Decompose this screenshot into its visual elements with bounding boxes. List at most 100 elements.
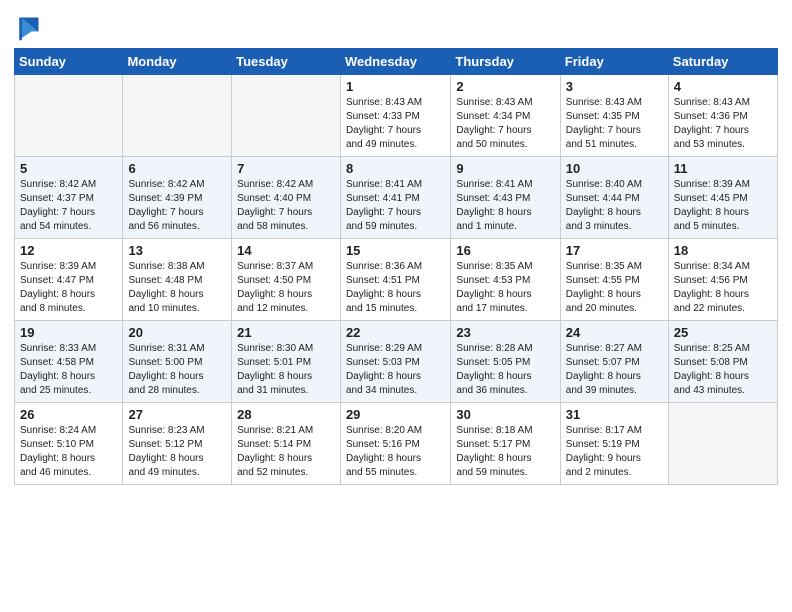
day-cell: 10 Sunrise: 8:40 AM Sunset: 4:44 PM Dayli… — [560, 157, 668, 239]
day-number: 1 — [346, 79, 445, 94]
day-cell: 4 Sunrise: 8:43 AM Sunset: 4:36 PM Daylig… — [668, 75, 777, 157]
day-info: Sunrise: 8:18 AM Sunset: 5:17 PM Dayligh… — [456, 424, 554, 480]
day-cell: 15Sunrise: 8:36 AM Sunset: 4:51 PM Dayli… — [340, 239, 450, 321]
weekday-header-row: SundayMondayTuesdayWednesdayThursdayFrid… — [15, 49, 778, 75]
day-number: 21 — [237, 325, 335, 340]
weekday-tuesday: Tuesday — [232, 49, 341, 75]
logo-icon — [14, 14, 42, 42]
day-number: 30 — [456, 407, 554, 422]
day-info: Sunrise: 8:42 AM Sunset: 4:39 PM Dayligh… — [128, 178, 226, 234]
day-info: Sunrise: 8:27 AM Sunset: 5:07 PM Dayligh… — [566, 342, 663, 398]
day-number: 29 — [346, 407, 445, 422]
day-cell: 12Sunrise: 8:39 AM Sunset: 4:47 PM Dayli… — [15, 239, 123, 321]
day-cell: 28 Sunrise: 8:21 AM Sunset: 5:14 PM Dayli… — [232, 403, 341, 485]
day-cell — [15, 75, 123, 157]
calendar: SundayMondayTuesdayWednesdayThursdayFrid… — [14, 48, 778, 485]
day-number: 31 — [566, 407, 663, 422]
day-cell: 25Sunrise: 8:25 AM Sunset: 5:08 PM Dayli… — [668, 321, 777, 403]
day-cell: 16 Sunrise: 8:35 AM Sunset: 4:53 PM Dayli… — [451, 239, 560, 321]
day-info: Sunrise: 8:43 AM Sunset: 4:35 PM Dayligh… — [566, 96, 663, 152]
day-cell: 24Sunrise: 8:27 AM Sunset: 5:07 PM Dayli… — [560, 321, 668, 403]
day-cell: 5Sunrise: 8:42 AM Sunset: 4:37 PM Daylig… — [15, 157, 123, 239]
weekday-saturday: Saturday — [668, 49, 777, 75]
day-info: Sunrise: 8:38 AM Sunset: 4:48 PM Dayligh… — [128, 260, 226, 316]
day-cell: 18 Sunrise: 8:34 AM Sunset: 4:56 PM Dayli… — [668, 239, 777, 321]
day-cell: 13Sunrise: 8:38 AM Sunset: 4:48 PM Dayli… — [123, 239, 232, 321]
day-info: Sunrise: 8:37 AM Sunset: 4:50 PM Dayligh… — [237, 260, 335, 316]
week-row-3: 12Sunrise: 8:39 AM Sunset: 4:47 PM Dayli… — [15, 239, 778, 321]
day-info: Sunrise: 8:39 AM Sunset: 4:45 PM Dayligh… — [674, 178, 772, 234]
day-cell: 26Sunrise: 8:24 AM Sunset: 5:10 PM Dayli… — [15, 403, 123, 485]
day-number: 14 — [237, 243, 335, 258]
day-cell: 22Sunrise: 8:29 AM Sunset: 5:03 PM Dayli… — [340, 321, 450, 403]
day-number: 8 — [346, 161, 445, 176]
logo — [14, 14, 44, 42]
weekday-wednesday: Wednesday — [340, 49, 450, 75]
day-number: 20 — [128, 325, 226, 340]
day-number: 7 — [237, 161, 335, 176]
page: SundayMondayTuesdayWednesdayThursdayFrid… — [0, 0, 792, 495]
day-cell: 8 Sunrise: 8:41 AM Sunset: 4:41 PM Daylig… — [340, 157, 450, 239]
day-info: Sunrise: 8:43 AM Sunset: 4:33 PM Dayligh… — [346, 96, 445, 152]
day-number: 4 — [674, 79, 772, 94]
day-cell — [668, 403, 777, 485]
day-info: Sunrise: 8:42 AM Sunset: 4:37 PM Dayligh… — [20, 178, 117, 234]
weekday-monday: Monday — [123, 49, 232, 75]
day-info: Sunrise: 8:17 AM Sunset: 5:19 PM Dayligh… — [566, 424, 663, 480]
day-cell: 6 Sunrise: 8:42 AM Sunset: 4:39 PM Daylig… — [123, 157, 232, 239]
day-cell: 1 Sunrise: 8:43 AM Sunset: 4:33 PM Daylig… — [340, 75, 450, 157]
day-cell — [232, 75, 341, 157]
day-info: Sunrise: 8:35 AM Sunset: 4:53 PM Dayligh… — [456, 260, 554, 316]
day-info: Sunrise: 8:34 AM Sunset: 4:56 PM Dayligh… — [674, 260, 772, 316]
week-row-2: 5Sunrise: 8:42 AM Sunset: 4:37 PM Daylig… — [15, 157, 778, 239]
day-cell: 19 Sunrise: 8:33 AM Sunset: 4:58 PM Dayli… — [15, 321, 123, 403]
day-number: 9 — [456, 161, 554, 176]
day-info: Sunrise: 8:21 AM Sunset: 5:14 PM Dayligh… — [237, 424, 335, 480]
day-info: Sunrise: 8:42 AM Sunset: 4:40 PM Dayligh… — [237, 178, 335, 234]
day-cell: 2 Sunrise: 8:43 AM Sunset: 4:34 PM Daylig… — [451, 75, 560, 157]
day-cell: 3 Sunrise: 8:43 AM Sunset: 4:35 PM Daylig… — [560, 75, 668, 157]
day-cell: 29 Sunrise: 8:20 AM Sunset: 5:16 PM Dayli… — [340, 403, 450, 485]
day-number: 2 — [456, 79, 554, 94]
day-number: 19 — [20, 325, 117, 340]
day-info: Sunrise: 8:20 AM Sunset: 5:16 PM Dayligh… — [346, 424, 445, 480]
day-cell: 17 Sunrise: 8:35 AM Sunset: 4:55 PM Dayli… — [560, 239, 668, 321]
day-number: 18 — [674, 243, 772, 258]
day-number: 6 — [128, 161, 226, 176]
day-info: Sunrise: 8:40 AM Sunset: 4:44 PM Dayligh… — [566, 178, 663, 234]
day-cell: 27 Sunrise: 8:23 AM Sunset: 5:12 PM Dayli… — [123, 403, 232, 485]
day-number: 10 — [566, 161, 663, 176]
day-info: Sunrise: 8:43 AM Sunset: 4:36 PM Dayligh… — [674, 96, 772, 152]
day-info: Sunrise: 8:35 AM Sunset: 4:55 PM Dayligh… — [566, 260, 663, 316]
weekday-thursday: Thursday — [451, 49, 560, 75]
day-number: 17 — [566, 243, 663, 258]
day-cell: 21 Sunrise: 8:30 AM Sunset: 5:01 PM Dayli… — [232, 321, 341, 403]
day-cell: 30 Sunrise: 8:18 AM Sunset: 5:17 PM Dayli… — [451, 403, 560, 485]
day-number: 28 — [237, 407, 335, 422]
day-info: Sunrise: 8:23 AM Sunset: 5:12 PM Dayligh… — [128, 424, 226, 480]
day-number: 27 — [128, 407, 226, 422]
day-info: Sunrise: 8:33 AM Sunset: 4:58 PM Dayligh… — [20, 342, 117, 398]
day-info: Sunrise: 8:29 AM Sunset: 5:03 PM Dayligh… — [346, 342, 445, 398]
day-cell: 20Sunrise: 8:31 AM Sunset: 5:00 PM Dayli… — [123, 321, 232, 403]
day-cell: 9 Sunrise: 8:41 AM Sunset: 4:43 PM Daylig… — [451, 157, 560, 239]
day-cell: 31 Sunrise: 8:17 AM Sunset: 5:19 PM Dayli… — [560, 403, 668, 485]
week-row-4: 19 Sunrise: 8:33 AM Sunset: 4:58 PM Dayli… — [15, 321, 778, 403]
weekday-sunday: Sunday — [15, 49, 123, 75]
day-info: Sunrise: 8:24 AM Sunset: 5:10 PM Dayligh… — [20, 424, 117, 480]
day-number: 3 — [566, 79, 663, 94]
day-number: 11 — [674, 161, 772, 176]
day-cell: 14 Sunrise: 8:37 AM Sunset: 4:50 PM Dayli… — [232, 239, 341, 321]
day-info: Sunrise: 8:36 AM Sunset: 4:51 PM Dayligh… — [346, 260, 445, 316]
day-number: 16 — [456, 243, 554, 258]
day-info: Sunrise: 8:39 AM Sunset: 4:47 PM Dayligh… — [20, 260, 117, 316]
day-info: Sunrise: 8:28 AM Sunset: 5:05 PM Dayligh… — [456, 342, 554, 398]
day-info: Sunrise: 8:43 AM Sunset: 4:34 PM Dayligh… — [456, 96, 554, 152]
week-row-5: 26Sunrise: 8:24 AM Sunset: 5:10 PM Dayli… — [15, 403, 778, 485]
day-info: Sunrise: 8:30 AM Sunset: 5:01 PM Dayligh… — [237, 342, 335, 398]
header — [14, 10, 778, 42]
weekday-friday: Friday — [560, 49, 668, 75]
day-info: Sunrise: 8:41 AM Sunset: 4:41 PM Dayligh… — [346, 178, 445, 234]
day-info: Sunrise: 8:41 AM Sunset: 4:43 PM Dayligh… — [456, 178, 554, 234]
day-cell — [123, 75, 232, 157]
